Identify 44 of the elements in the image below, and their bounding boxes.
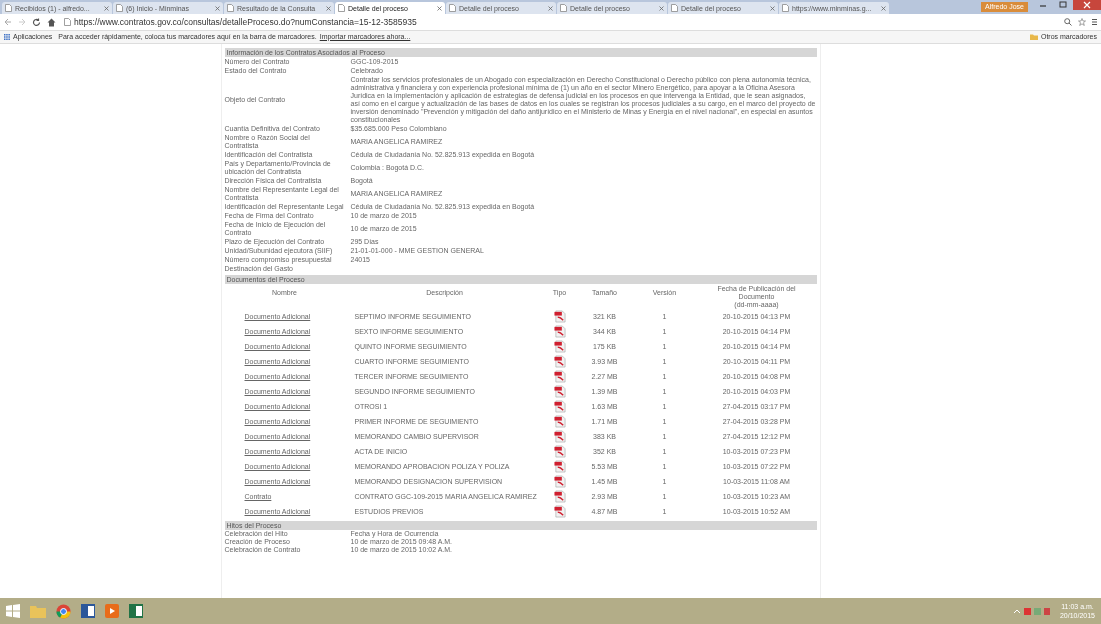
- page-icon: [560, 4, 567, 12]
- page-icon: [227, 4, 234, 12]
- page-icon: [338, 4, 345, 12]
- close-icon[interactable]: [437, 5, 442, 11]
- pdf-file-icon[interactable]: [553, 355, 566, 368]
- page-icon: [449, 4, 456, 12]
- close-icon[interactable]: [659, 5, 664, 11]
- close-icon[interactable]: [548, 5, 553, 11]
- pdf-file-icon[interactable]: [553, 475, 566, 488]
- home-icon[interactable]: [47, 17, 56, 27]
- page-icon: [782, 4, 789, 12]
- pdf-file-icon[interactable]: [553, 370, 566, 383]
- pdf-file-icon[interactable]: [553, 490, 566, 503]
- pdf-file-icon[interactable]: [553, 385, 566, 398]
- pdf-file-icon[interactable]: [553, 325, 566, 338]
- close-icon[interactable]: [881, 5, 886, 11]
- zoom-icon[interactable]: [1064, 18, 1072, 26]
- close-icon[interactable]: [326, 5, 331, 11]
- close-window-icon[interactable]: [1073, 0, 1101, 10]
- pdf-file-icon[interactable]: [553, 400, 566, 413]
- pdf-file-icon[interactable]: [553, 430, 566, 443]
- star-icon[interactable]: [1078, 18, 1086, 26]
- start-icon[interactable]: [6, 604, 20, 618]
- page-icon: [64, 18, 71, 26]
- document-app-icon[interactable]: [81, 604, 95, 618]
- page-icon: [671, 4, 678, 12]
- pdf-file-icon[interactable]: [553, 505, 566, 518]
- page-icon: [5, 4, 12, 12]
- page-icon: [116, 4, 123, 12]
- close-icon[interactable]: [770, 5, 775, 11]
- address-field[interactable]: https://www.contratos.gov.co/consultas/detalleProceso.do?numConstancia=15-12-3585935: [62, 15, 1058, 29]
- media-app-icon[interactable]: [105, 604, 119, 618]
- close-icon[interactable]: [104, 5, 109, 11]
- spreadsheet-app-icon[interactable]: [129, 604, 143, 618]
- browser-icon[interactable]: [56, 603, 71, 619]
- pdf-file-icon[interactable]: [553, 445, 566, 458]
- pdf-file-icon[interactable]: [553, 415, 566, 428]
- close-icon[interactable]: [215, 5, 220, 11]
- reload-icon[interactable]: [32, 17, 41, 27]
- menu-icon[interactable]: [1092, 18, 1097, 26]
- apps-grid-icon[interactable]: [4, 34, 10, 40]
- pdf-file-icon[interactable]: [553, 310, 566, 323]
- pdf-file-icon[interactable]: [553, 460, 566, 473]
- pdf-file-icon[interactable]: [553, 340, 566, 353]
